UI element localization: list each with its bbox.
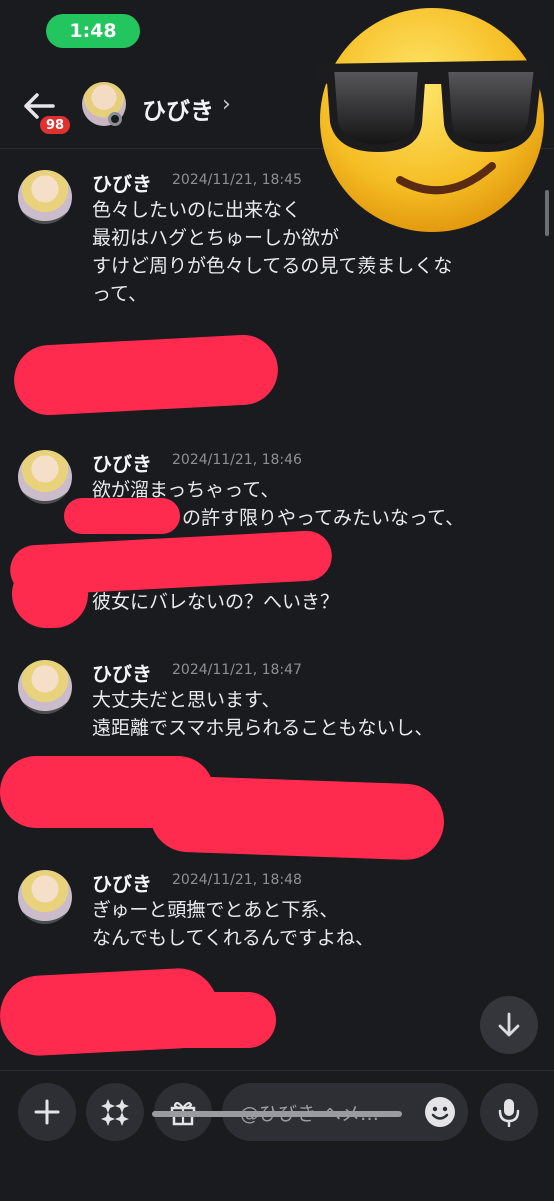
microphone-icon (498, 1099, 520, 1127)
message-group: ひびき 2024/11/21, 18:48 ぎゅーと頭撫でとあと下系、 なんでも… (0, 858, 554, 958)
redaction-scribble (148, 774, 446, 862)
message-timestamp: 2024/11/21, 18:46 (172, 452, 302, 468)
plus-icon (34, 1099, 60, 1125)
sparkle-apps-icon (101, 1099, 129, 1126)
add-attachment-button[interactable] (18, 1083, 76, 1141)
redaction-scribble (150, 992, 276, 1048)
message-composer: @ひびき へメ… (0, 1070, 554, 1201)
message-timestamp: 2024/11/21, 18:45 (172, 172, 302, 188)
message-author[interactable]: ひびき (92, 448, 152, 477)
smiley-icon[interactable] (424, 1096, 456, 1128)
arrow-down-icon (498, 1012, 520, 1037)
message-text: ぎゅーと頭撫でとあと下系、 なんでもしてくれるんですよね、 (92, 896, 522, 952)
message-line: ぎゅーと頭撫でとあと下系、 (92, 899, 339, 921)
message-line: 大丈夫だと思います、 (92, 689, 281, 711)
chevron-right-icon[interactable]: › (222, 92, 231, 117)
redaction-scribble (64, 498, 180, 534)
redaction-scribble (12, 560, 88, 628)
avatar[interactable] (18, 870, 72, 924)
redaction-scribble (12, 333, 280, 417)
sunglasses-emoji-icon (316, 8, 548, 232)
message-text: 彼女にバレないの？へいき？ (92, 588, 522, 616)
message-line: 遠距離でスマホ見られることもないし、 (92, 717, 434, 739)
message-author[interactable]: ひびき (92, 168, 152, 197)
status-indicator (108, 112, 122, 126)
unread-badge: 98 (38, 114, 72, 136)
message-line: 彼女にバレないの？へいき？ (92, 591, 340, 613)
message-line: なんでもしてくれるんですよね、 (92, 927, 374, 949)
avatar[interactable] (18, 170, 72, 224)
message-line: って、 (92, 283, 148, 305)
avatar[interactable] (18, 450, 72, 504)
message-author[interactable]: ひびき (92, 658, 152, 687)
channel-title[interactable]: ひびき (142, 91, 214, 126)
avatar[interactable] (18, 660, 72, 714)
status-time: 1:48 (46, 14, 140, 48)
message-timestamp: 2024/11/21, 18:47 (172, 662, 302, 678)
message-author[interactable]: ひびき (92, 868, 152, 897)
voice-message-button[interactable] (480, 1083, 538, 1141)
message-timestamp: 2024/11/21, 18:48 (172, 872, 302, 888)
message-line: すけど周りが色々してるの見て羨ましくな (92, 255, 453, 277)
apps-button[interactable] (86, 1083, 144, 1141)
message-text: 大丈夫だと思います、 遠距離でスマホ見られることもないし、 (92, 686, 522, 742)
home-indicator[interactable] (152, 1111, 402, 1117)
jump-to-latest-button[interactable] (480, 996, 538, 1054)
message-group: ひびき 2024/11/21, 18:47 大丈夫だと思います、 遠距離でスマホ… (0, 648, 554, 748)
